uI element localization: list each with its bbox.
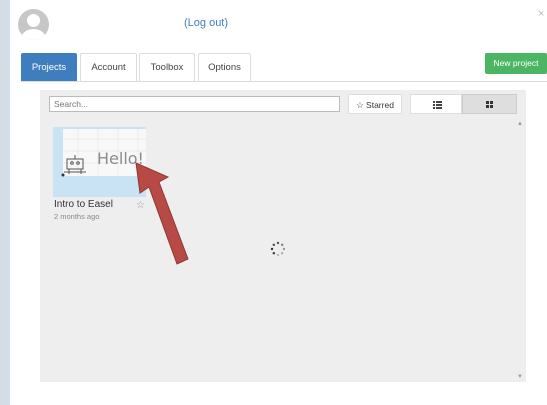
grid-view-icon: [486, 101, 493, 108]
tab-divider: [21, 81, 547, 82]
scroll-down-icon[interactable]: ▼: [517, 374, 523, 380]
new-project-button[interactable]: New project: [485, 53, 547, 74]
avatar-head: [27, 14, 40, 27]
tab-options[interactable]: Options: [198, 53, 251, 81]
project-updated: 2 months ago: [54, 212, 100, 221]
list-view-button[interactable]: [410, 94, 462, 114]
avatar-body: [21, 29, 46, 40]
starred-filter-button[interactable]: ☆ Starred: [348, 94, 402, 114]
grid-view-button[interactable]: [462, 94, 517, 114]
robot-icon: [64, 155, 86, 174]
list-view-icon: [433, 101, 442, 109]
logout-link[interactable]: (Log out): [184, 17, 228, 29]
close-icon[interactable]: ×: [538, 8, 544, 20]
red-arrow-icon: [130, 155, 195, 275]
tab-account[interactable]: Account: [80, 53, 137, 81]
tab-toolbox[interactable]: Toolbox: [139, 53, 195, 81]
tab-projects[interactable]: Projects: [21, 53, 77, 81]
loading-spinner-icon: [270, 241, 286, 262]
project-title[interactable]: Intro to Easel: [54, 199, 113, 210]
user-avatar: [18, 9, 49, 40]
search-input[interactable]: [49, 96, 340, 112]
scroll-up-icon[interactable]: ▲: [517, 121, 523, 127]
